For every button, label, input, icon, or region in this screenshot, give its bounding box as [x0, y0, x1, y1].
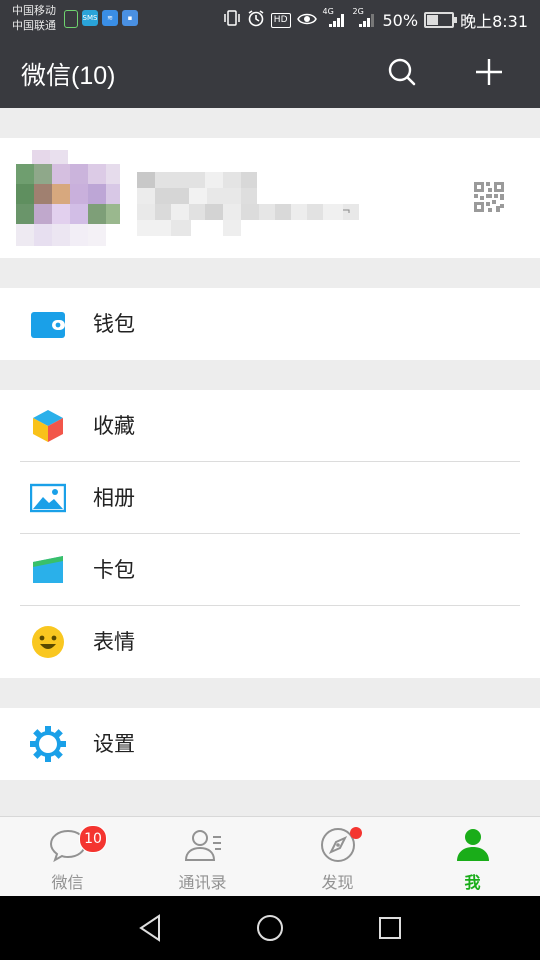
new-indicator-dot	[350, 827, 362, 839]
menu-label-cards: 卡包	[93, 558, 135, 582]
wifi-notification-icon: ≋	[102, 10, 118, 26]
tab-contacts[interactable]: 通讯录	[135, 817, 270, 897]
menu-label-settings: 设置	[93, 732, 135, 756]
tab-label-discover: 发现	[321, 873, 354, 892]
smiley-icon	[30, 624, 66, 660]
signal-2g-icon: 2G	[353, 7, 377, 29]
carrier-2: 中国联通	[12, 19, 56, 32]
search-button[interactable]	[384, 54, 420, 90]
tab-me[interactable]: 我	[405, 817, 540, 897]
battery-percent: 50%	[382, 10, 419, 30]
header: 微信(10)	[0, 36, 540, 108]
menu-label-favorites: 收藏	[93, 414, 135, 438]
eye-icon	[296, 11, 317, 30]
unread-badge: 10	[79, 825, 107, 853]
search-icon	[388, 58, 416, 86]
menu-item-cards[interactable]: 卡包	[0, 534, 540, 606]
status-icons: HD 4G 2G 50% 晚上8:31	[223, 7, 528, 32]
vibrate-icon	[223, 10, 241, 30]
menu-item-wallet[interactable]: 钱包	[0, 288, 540, 360]
menu-label-wallet: 钱包	[93, 312, 135, 336]
cube-icon	[30, 408, 66, 444]
menu-item-stickers[interactable]: 表情	[0, 606, 540, 678]
collection-section: 收藏 相册 卡包 表情	[0, 390, 540, 678]
back-button[interactable]	[132, 910, 168, 946]
bottom-tab-bar: 10 微信 通讯录 发现 我	[0, 816, 540, 897]
menu-item-album[interactable]: 相册	[0, 462, 540, 534]
menu-item-settings[interactable]: 设置	[0, 708, 540, 780]
page-title: 微信(10)	[21, 62, 116, 90]
system-nav-bar	[0, 896, 540, 960]
image-icon	[29, 480, 67, 516]
clock: 晚上8:31	[460, 12, 528, 31]
hd-icon: HD	[270, 12, 291, 28]
battery-fill	[427, 15, 439, 25]
tab-label-me: 我	[464, 873, 481, 892]
back-triangle-icon	[139, 914, 160, 942]
menu-item-favorites[interactable]: 收藏	[0, 390, 540, 462]
signal-4g-icon: 4G	[323, 7, 347, 29]
settings-section: 设置	[0, 708, 540, 780]
status-bar: 中国移动 中国联通 SMS ≋ ▪ HD 4G 2G 50% 晚上8:31	[0, 0, 540, 36]
card-icon	[30, 552, 66, 588]
tab-chats[interactable]: 10 微信	[0, 817, 135, 897]
sms-notification-icon: SMS	[82, 10, 98, 26]
tab-label-contacts: 通讯录	[178, 873, 227, 892]
profile-name-blurred	[137, 170, 362, 240]
qr-code-icon[interactable]	[474, 182, 504, 212]
recents-button[interactable]	[372, 910, 408, 946]
notification-icons: SMS ≋ ▪	[64, 10, 138, 28]
contacts-icon	[183, 827, 223, 863]
menu-label-album: 相册	[93, 486, 135, 510]
gear-icon	[30, 726, 66, 762]
wallet-icon	[30, 306, 66, 342]
profile-card[interactable]	[0, 138, 540, 258]
person-icon	[453, 827, 493, 863]
carrier-1: 中国移动	[12, 4, 56, 17]
home-button[interactable]	[252, 910, 288, 946]
home-circle-icon	[257, 915, 283, 941]
lock-notification-icon	[64, 10, 78, 28]
wallet-notification-icon: ▪	[122, 10, 138, 26]
add-button[interactable]	[471, 54, 507, 90]
tab-label-chats: 微信	[51, 873, 84, 892]
battery-icon	[424, 12, 458, 28]
plus-icon	[476, 59, 502, 85]
tab-discover[interactable]: 发现	[270, 817, 405, 897]
carrier-info: 中国移动 中国联通	[12, 3, 56, 33]
wallet-section: 钱包	[0, 288, 540, 360]
avatar[interactable]	[16, 150, 120, 246]
alarm-icon	[247, 9, 265, 31]
recents-square-icon	[379, 917, 401, 939]
menu-label-stickers: 表情	[93, 630, 135, 654]
